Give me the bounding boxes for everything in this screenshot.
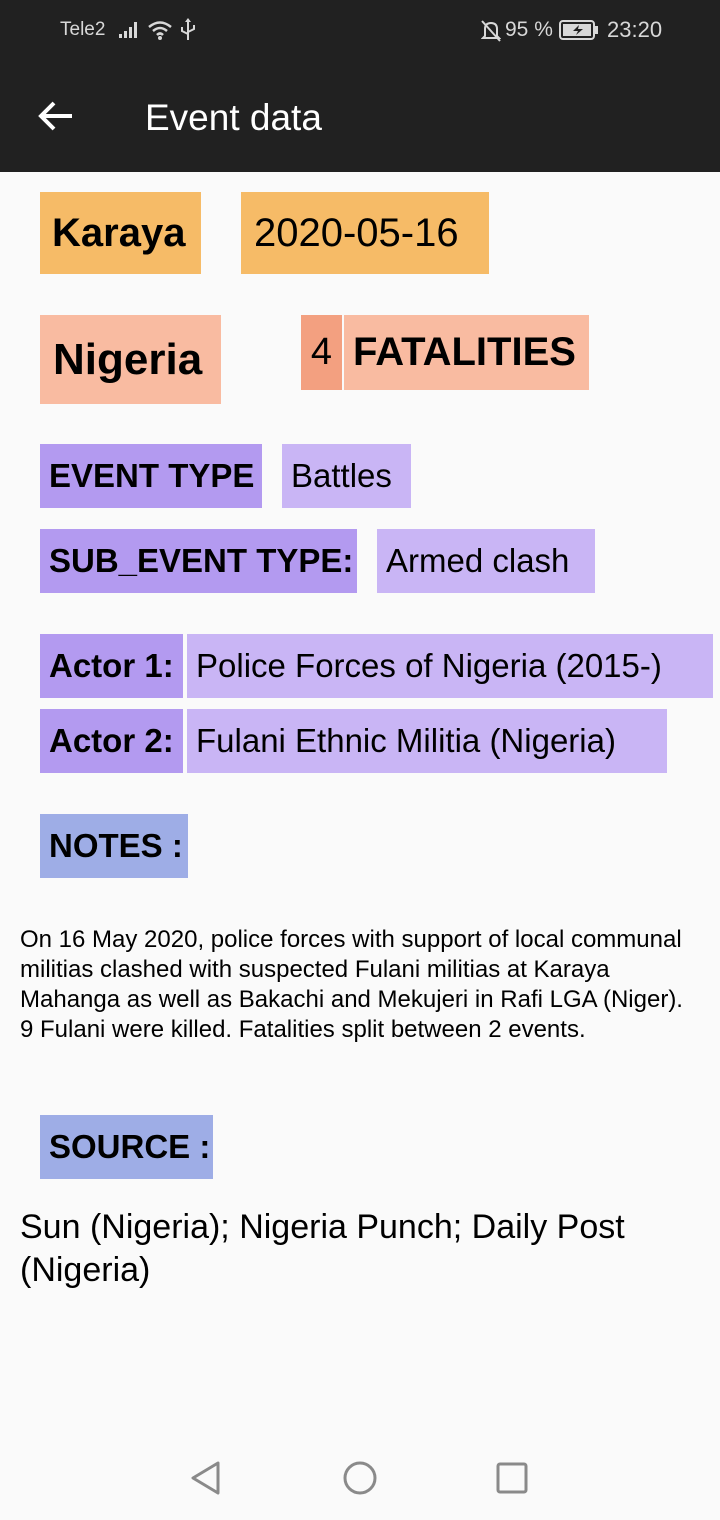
home-circle-icon [343,1461,377,1495]
signal-icon [119,22,137,38]
usb-icon [181,18,195,40]
country-chip: Nigeria [40,315,221,404]
location-chip: Karaya [40,192,201,274]
event-type-value: Battles [282,444,411,508]
bell-off-icon [481,20,501,42]
app-bar: Event data [0,60,720,172]
actor2-value: Fulani Ethnic Militia (Nigeria) [187,709,667,773]
date-chip: 2020-05-16 [241,192,489,274]
actor1-label: Actor 1: [40,634,183,698]
wifi-icon [148,21,172,40]
status-bar: Tele2 95 % 23:20 [0,0,720,60]
back-button[interactable] [36,94,80,138]
source-text: Sun (Nigeria); Nigeria Punch; Daily Post… [20,1208,625,1289]
actor2-label: Actor 2: [40,709,183,773]
source-label: SOURCE : [40,1115,213,1179]
recents-square-icon [496,1462,528,1494]
battery-percentage: 95 % [505,18,553,41]
actor1-value: Police Forces of Nigeria (2015-) [187,634,713,698]
back-triangle-icon [191,1461,220,1495]
page-title: Event data [145,97,322,138]
sub-event-type-value: Armed clash [377,529,595,593]
navigation-bar [0,1432,720,1520]
carrier-name: Tele2 [60,19,106,40]
battery-charging-icon [559,20,598,40]
notes-text: On 16 May 2020, police forces with suppo… [20,926,683,1043]
event-type-label: EVENT TYPE [40,444,262,508]
arrow-left-icon [38,101,72,131]
nav-back-button[interactable] [184,1456,228,1500]
fatalities-label: FATALITIES [344,315,589,390]
fatalities-count: 4 [301,315,342,390]
sub-event-type-label: SUB_EVENT TYPE: [40,529,357,593]
notes-label: NOTES : [40,814,188,878]
nav-recents-button[interactable] [490,1456,534,1500]
clock: 23:20 [607,17,663,42]
nav-home-button[interactable] [338,1456,382,1500]
